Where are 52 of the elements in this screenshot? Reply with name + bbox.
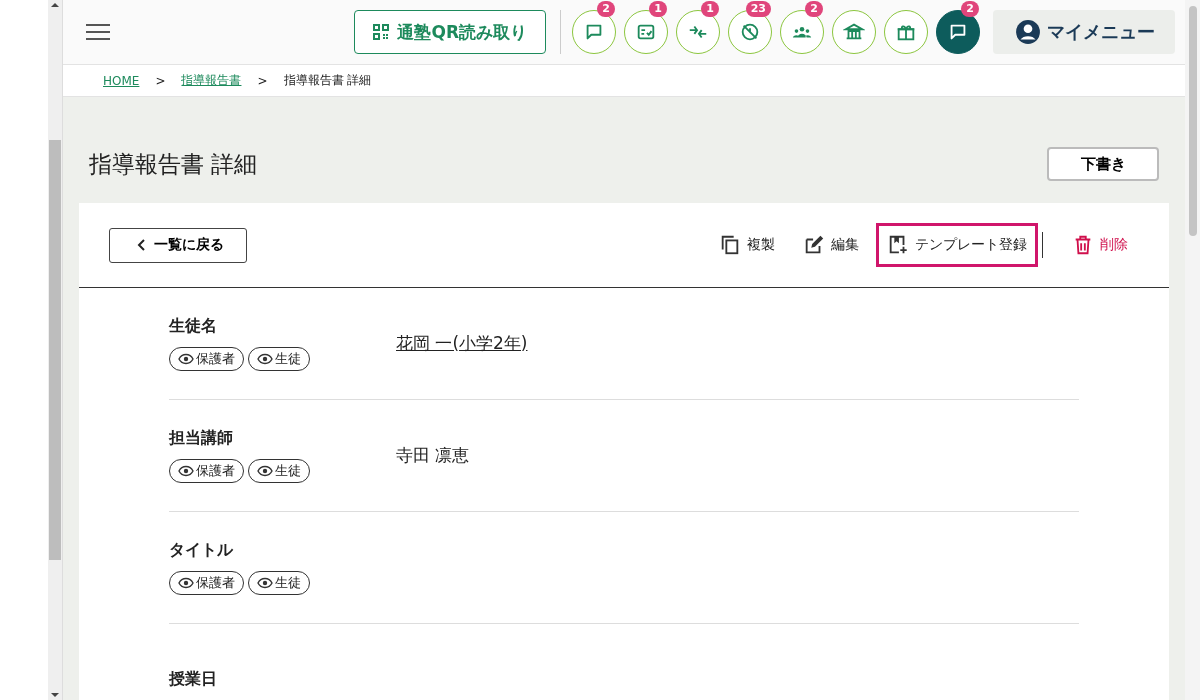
- field-label: 担当講師: [169, 428, 234, 449]
- scrollbar-thumb[interactable]: [49, 140, 61, 560]
- chat-icon-button[interactable]: [572, 10, 616, 54]
- people-icon-button[interactable]: [780, 10, 824, 54]
- field-label: タイトル: [169, 540, 234, 561]
- breadcrumb-separator: >: [155, 73, 166, 88]
- scroll-up-icon[interactable]: [50, 0, 60, 10]
- eye-icon: [257, 353, 273, 365]
- field-label: 生徒名: [169, 316, 218, 337]
- checklist-icon-button[interactable]: [624, 10, 668, 54]
- breadcrumb-link[interactable]: 指導報告書: [181, 72, 242, 89]
- delete-action[interactable]: 削除: [1061, 223, 1139, 267]
- eye-icon: [178, 465, 194, 477]
- count-badge: 23: [745, 1, 771, 17]
- eye-icon: [178, 353, 194, 365]
- draft-button[interactable]: 下書き: [1047, 147, 1159, 181]
- copy-action[interactable]: 複製: [708, 223, 786, 267]
- back-button[interactable]: 一覧に戻る: [109, 227, 247, 263]
- bank-icon-button[interactable]: [832, 10, 876, 54]
- arrows-icon-button[interactable]: [676, 10, 720, 54]
- breadcrumb-separator: >: [257, 73, 268, 88]
- qr-scan-button[interactable]: 通塾QR読み取り: [354, 10, 546, 54]
- template-action[interactable]: テンプレート登録: [876, 223, 1038, 267]
- count-badge: 1: [701, 1, 719, 17]
- field-label: 授業日: [169, 669, 218, 690]
- count-badge: 1: [649, 1, 667, 17]
- eye-icon: [257, 465, 273, 477]
- count-badge: 2: [597, 1, 615, 17]
- page-title: 指導報告書 詳細: [89, 149, 258, 179]
- user-icon: [1015, 19, 1041, 45]
- menu-icon[interactable]: [85, 23, 111, 41]
- count-badge: 2: [961, 1, 979, 17]
- count-badge: 2: [805, 1, 823, 17]
- noclock-icon-button[interactable]: [728, 10, 772, 54]
- chat-icon-button[interactable]: [936, 10, 980, 54]
- qr-code-icon: [373, 24, 390, 40]
- scrollbar[interactable]: [1185, 0, 1200, 700]
- template-icon: [887, 234, 909, 256]
- edit-icon: [803, 234, 825, 256]
- chevron-left-icon: [136, 239, 146, 251]
- eye-icon: [178, 577, 194, 589]
- edit-action[interactable]: 編集: [792, 223, 870, 267]
- my-menu-button[interactable]: マイメニュー: [993, 10, 1175, 54]
- copy-icon: [719, 234, 741, 256]
- gift-icon-button[interactable]: [884, 10, 928, 54]
- noclock-icon: [739, 21, 761, 43]
- field-value: 寺田 凛恵: [396, 444, 470, 467]
- breadcrumb-link[interactable]: HOME: [103, 73, 140, 88]
- scroll-down-icon[interactable]: [50, 690, 60, 700]
- student-link[interactable]: 花岡 一(小学2年): [396, 332, 528, 355]
- breadcrumb-current: 指導報告書 詳細: [283, 72, 372, 89]
- eye-icon: [257, 577, 273, 589]
